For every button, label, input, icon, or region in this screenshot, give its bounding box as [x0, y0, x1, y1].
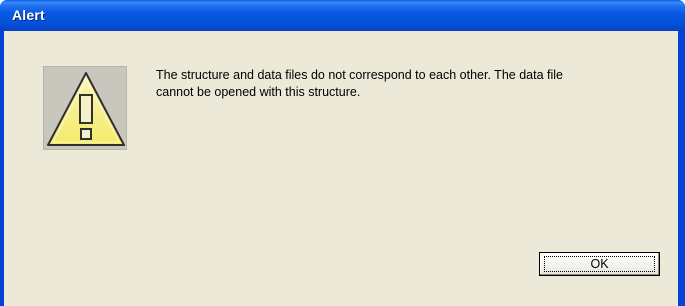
- message-line: The structure and data files do not corr…: [156, 68, 563, 82]
- title-bar[interactable]: Alert: [0, 0, 685, 31]
- ok-button[interactable]: OK: [539, 252, 660, 276]
- ok-button-label: OK: [590, 257, 609, 271]
- alert-dialog-window: Alert The structure and data files do no…: [0, 0, 685, 306]
- alert-message: The structure and data files do not corr…: [156, 67, 656, 101]
- message-line: cannot be opened with this structure.: [156, 85, 361, 99]
- warning-icon: [43, 66, 127, 150]
- dialog-body: The structure and data files do not corr…: [4, 31, 678, 306]
- window-title: Alert: [12, 7, 45, 23]
